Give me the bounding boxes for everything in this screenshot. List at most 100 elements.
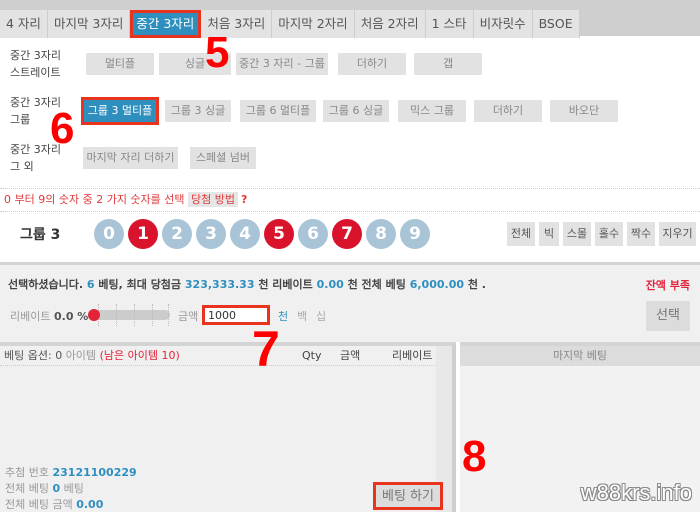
help-icon[interactable]: ? — [241, 193, 247, 206]
instruction-hint: 0 부터 9의 숫자 중 2 가지 숫자를 선택 당첨 방법? — [0, 188, 700, 212]
option-group-sum[interactable]: 더하기 — [474, 100, 542, 122]
tabs: 4 자리 마지막 3자리 중간 3자리 처음 3자리 마지막 2자리 처음 2자리 1 스타… — [0, 10, 580, 38]
tab-0[interactable]: 4 자리 — [0, 10, 48, 38]
tab-5[interactable]: 처음 2자리 — [354, 10, 426, 38]
page: 4 자리 마지막 3자리 중간 3자리 처음 3자리 마지막 2자리 처음 2자리 1 스타… — [0, 0, 700, 512]
label-line: 그 외 — [10, 160, 34, 173]
label-line: 스트레이트 — [10, 66, 61, 79]
quick-small-button[interactable]: 스몰 — [563, 222, 591, 246]
quick-odd-button[interactable]: 홀수 — [595, 222, 623, 246]
option-group6-single[interactable]: 그룹 6 싱글 — [323, 100, 389, 122]
rebate-slider[interactable] — [88, 304, 170, 326]
label-line: 중간 3자리 — [10, 49, 61, 62]
straight-label: 중간 3자리 스트레이트 — [10, 47, 80, 81]
number-picker: 그룹 3 0123456789 전체 빅 스몰 홀수 짝수 지우기 — [0, 212, 700, 254]
number-ball-2[interactable]: 2 — [162, 219, 192, 249]
hint-text: 0 부터 9의 숫자 중 2 가지 숫자를 선택 — [4, 193, 185, 206]
bet-count: 6 — [86, 278, 95, 291]
bet-options-label: 베팅 옵션: — [4, 349, 52, 362]
quick-clear-button[interactable]: 지우기 — [659, 222, 696, 246]
summary-prefix: 선택하셨습니다. — [8, 278, 84, 291]
rebate-value: 0.0 % — [53, 310, 89, 323]
tab-6[interactable]: 1 스타 — [425, 10, 474, 38]
remaining-items: (남은 아이템 10) — [99, 349, 180, 362]
item-count: 0 — [55, 349, 63, 362]
place-bet-button[interactable]: 베팅 하기 — [373, 482, 443, 510]
slider-tick — [152, 304, 153, 326]
summary-line: 선택하셨습니다. 6 베팅, 최대 당첨금 323,333.33 천 리베이트 … — [8, 276, 486, 292]
tab-bar: 4 자리 마지막 3자리 중간 3자리 처음 3자리 마지막 2자리 처음 2자리 1 스타… — [0, 0, 700, 38]
option-group3-multiple[interactable]: 그룹 3 멀티플 — [81, 97, 159, 125]
option-special-number[interactable]: 스페셜 넘버 — [190, 147, 256, 169]
number-ball-9[interactable]: 9 — [400, 219, 430, 249]
option-middle3-group[interactable]: 중간 3 자리 - 그룹 — [236, 53, 328, 75]
total-bets-label: 전체 베팅 — [5, 482, 49, 495]
rebate-amount: 0.00 — [316, 278, 344, 291]
slider-tick — [168, 304, 169, 326]
rebate-label-text: 리베이트 — [10, 310, 51, 323]
option-baodan[interactable]: 바오단 — [550, 100, 618, 122]
unit-hundred[interactable]: 백 — [297, 308, 307, 324]
summary-text: 천 리베이트 — [258, 278, 313, 291]
slider-tick — [116, 304, 117, 326]
annotation-7: 7 — [252, 321, 280, 377]
bet-summary: 선택하셨습니다. 6 베팅, 최대 당첨금 323,333.33 천 리베이트 … — [0, 262, 700, 342]
quick-all-button[interactable]: 전체 — [507, 222, 535, 246]
how-to-win-link[interactable]: 당첨 방법 — [188, 192, 239, 207]
number-ball-8[interactable]: 8 — [366, 219, 396, 249]
option-multiple[interactable]: 멀티플 — [86, 53, 154, 75]
number-ball-6[interactable]: 6 — [298, 219, 328, 249]
last-bets-title: 마지막 베팅 — [460, 346, 700, 366]
column-rebate: 리베이트 — [392, 349, 433, 362]
annotation-8: 8 — [462, 432, 487, 481]
option-group3-single[interactable]: 그룹 3 싱글 — [165, 100, 231, 122]
total-bets-unit: 베팅 — [63, 482, 84, 495]
option-mix-group[interactable]: 믹스 그룹 — [398, 100, 466, 122]
total-bets-row: 전체 베팅 0 베팅 — [5, 480, 84, 496]
summary-text: 천 전체 베팅 — [347, 278, 406, 291]
column-amount: 금액 — [340, 349, 361, 362]
draw-number: 23121100229 — [52, 466, 137, 479]
option-last-digit-sum[interactable]: 마지막 자리 더하기 — [83, 147, 178, 169]
item-unit: 아이템 — [65, 349, 97, 362]
summary-text: 베팅, 최대 당첨금 — [98, 278, 182, 291]
number-ball-1[interactable]: 1 — [128, 219, 158, 249]
slider-tick — [134, 304, 135, 326]
quick-even-button[interactable]: 짝수 — [627, 222, 655, 246]
slider-knob[interactable] — [88, 309, 100, 321]
draw-number-row: 추첨 번호 23121100229 — [5, 464, 137, 480]
summary-text: 천 . — [467, 278, 486, 291]
tab-1[interactable]: 마지막 3자리 — [47, 10, 131, 38]
tab-2[interactable]: 중간 3자리 — [130, 10, 202, 38]
picker-title: 그룹 3 — [20, 227, 61, 243]
max-win: 323,333.33 — [184, 278, 255, 291]
number-ball-3[interactable]: 3 — [196, 219, 226, 249]
number-ball-4[interactable]: 4 — [230, 219, 260, 249]
annotation-5: 5 — [205, 28, 230, 77]
insufficient-balance-warning: 잔액 부족 — [645, 279, 690, 292]
tab-7[interactable]: 비자릿수 — [473, 10, 533, 38]
number-ball-0[interactable]: 0 — [94, 219, 124, 249]
option-gap[interactable]: 갭 — [414, 53, 482, 75]
total-bets: 0 — [52, 482, 61, 495]
bet-options-header: 베팅 옵션: 0 아이템 (남은 아이템 10) Qty 금액 리베이트 — [0, 346, 436, 366]
amount-label: 금액 — [178, 310, 199, 323]
bet-options-panel: 베팅 옵션: 0 아이템 (남은 아이템 10) Qty 금액 리베이트 추첨 … — [0, 342, 456, 512]
select-button[interactable]: 선택 — [646, 301, 690, 331]
watermark: w88krs.info — [580, 480, 692, 505]
option-sum[interactable]: 더하기 — [338, 53, 406, 75]
total-amount: 0.00 — [76, 498, 104, 511]
unit-ten[interactable]: 십 — [316, 308, 326, 324]
total-amount-row: 전체 베팅 금액 0.00 — [5, 496, 103, 512]
number-ball-7[interactable]: 7 — [332, 219, 362, 249]
draw-label: 추첨 번호 — [5, 466, 49, 479]
column-qty: Qty — [302, 349, 322, 362]
tab-8[interactable]: BSOE — [532, 10, 580, 38]
rebate-label: 리베이트 0.0 % — [10, 308, 88, 324]
option-group6-multiple[interactable]: 그룹 6 멀티플 — [240, 100, 316, 122]
total-amount-label: 전체 베팅 금액 — [5, 498, 73, 511]
quick-big-button[interactable]: 빅 — [539, 222, 559, 246]
total-bet: 6,000.00 — [409, 278, 464, 291]
number-ball-5[interactable]: 5 — [264, 219, 294, 249]
tab-4[interactable]: 마지막 2자리 — [272, 10, 355, 38]
